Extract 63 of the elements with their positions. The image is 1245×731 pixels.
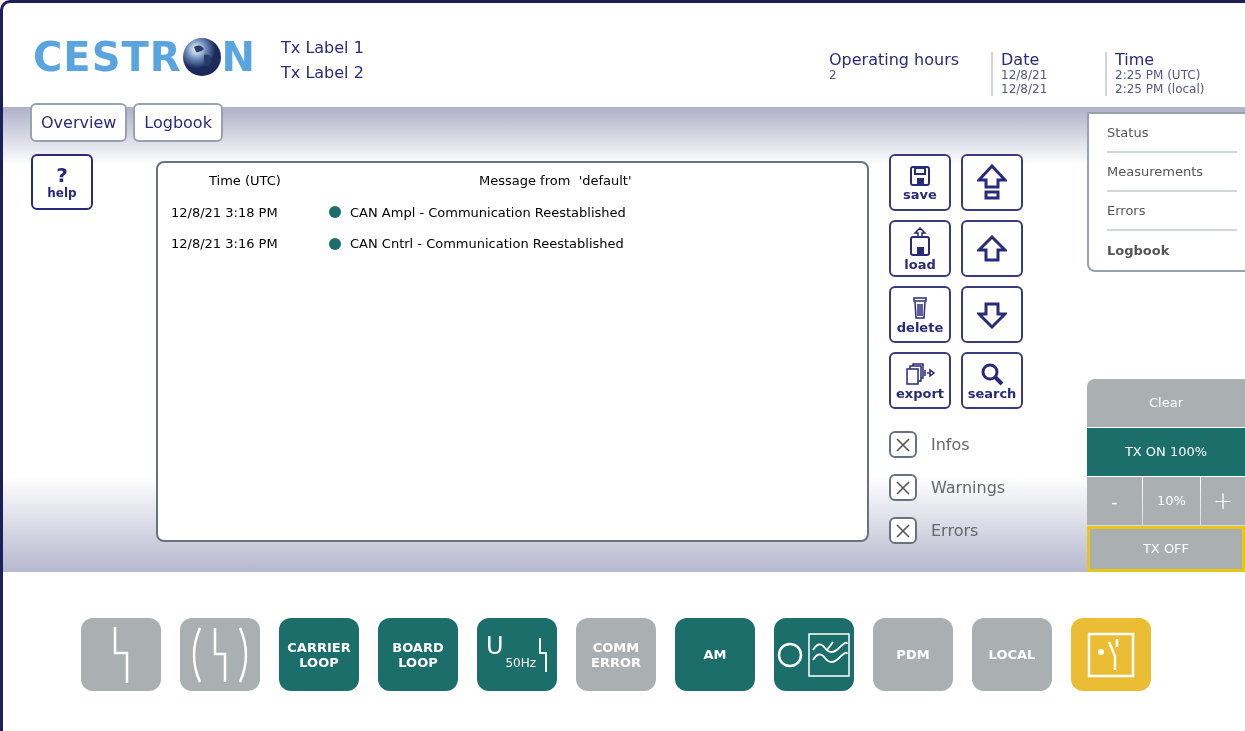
log-time: 12/8/21 3:18 PM	[171, 203, 279, 222]
info-title: Date	[1001, 52, 1041, 68]
filter-checkbox[interactable]	[889, 474, 917, 501]
tx-on-button[interactable]: TX ON 100%	[1087, 428, 1245, 476]
log-message: CAN Ampl - Communication Reestablished	[350, 203, 626, 222]
menu-item[interactable]: Measurements	[1107, 153, 1237, 193]
status-indicator: AM	[675, 618, 755, 691]
info-value: 2:25 PM (local)	[1115, 82, 1206, 96]
menu-item[interactable]: Logbook	[1107, 231, 1237, 270]
delete-button[interactable]: delete	[889, 286, 951, 343]
top-button[interactable]	[961, 154, 1023, 211]
transmitter-label: Tx Label 2	[281, 62, 364, 84]
info-value: 2:25 PM (UTC)	[1115, 68, 1202, 82]
frequency-label: 50Hz	[505, 657, 537, 669]
cross-mark-icon	[895, 522, 911, 539]
help-button[interactable]: ? help	[31, 154, 93, 210]
menu-item[interactable]: Status	[1107, 114, 1237, 153]
down-button[interactable]	[961, 286, 1023, 343]
filter-label: Errors	[931, 519, 979, 542]
info-value: 12/8/21	[1001, 68, 1049, 82]
info-title: Operating hours	[829, 52, 961, 68]
log-time: 12/8/21 3:16 PM	[171, 235, 279, 253]
status-indicator: BOARD LOOP	[378, 618, 458, 691]
export-button[interactable]: export	[889, 352, 951, 409]
status-indicator: COMM ERROR	[576, 618, 656, 691]
arrow-up-to-top-icon	[977, 163, 1007, 202]
column-header: Message from 'default'	[479, 172, 632, 190]
nav-tab[interactable]: Overview	[30, 103, 128, 142]
status-indicator: PDM	[873, 618, 953, 691]
floppy-upload-icon	[909, 226, 931, 257]
filter-checkbox[interactable]	[889, 517, 917, 544]
arrow-up-icon	[977, 234, 1007, 263]
company-logo: CESTR N	[33, 37, 257, 77]
globe-icon	[181, 37, 222, 77]
status-indicator: LOCAL	[972, 618, 1052, 691]
menu-item[interactable]: Errors	[1107, 192, 1237, 232]
cross-mark-icon	[895, 479, 911, 496]
up-button[interactable]	[961, 220, 1023, 277]
column-header: Time (UTC)	[209, 172, 282, 190]
save-button[interactable]: save	[889, 154, 951, 211]
lightning-icon	[538, 636, 549, 673]
log-message: CAN Cntrl - Communication Reestablished	[350, 235, 624, 253]
voltage-symbol: U	[485, 634, 504, 658]
search-button[interactable]: search	[961, 352, 1023, 409]
status-indicator: CARRIER LOOP	[279, 618, 359, 691]
info-title: Time	[1115, 52, 1156, 68]
info-value: 2	[829, 68, 838, 82]
nav-tab[interactable]: Logbook	[133, 103, 223, 142]
transmitter-label: Tx Label 1	[281, 37, 364, 59]
step-value: 10%	[1143, 477, 1200, 525]
circle-and-waveform-icon	[777, 631, 851, 678]
info-value: 12/8/21	[1001, 82, 1049, 96]
lightning-icon	[113, 624, 129, 685]
filter-label: Warnings	[931, 476, 1006, 499]
trash-can-icon	[912, 295, 928, 320]
arrow-down-icon	[977, 300, 1007, 329]
cross-mark-icon	[895, 436, 911, 453]
filter-label: Infos	[931, 433, 970, 456]
documents-arrow-icon	[905, 361, 935, 386]
load-button[interactable]: load	[889, 220, 951, 277]
search-icon	[980, 361, 1004, 386]
filter-checkbox[interactable]	[889, 431, 917, 458]
switch-symbol-icon	[1087, 631, 1135, 678]
